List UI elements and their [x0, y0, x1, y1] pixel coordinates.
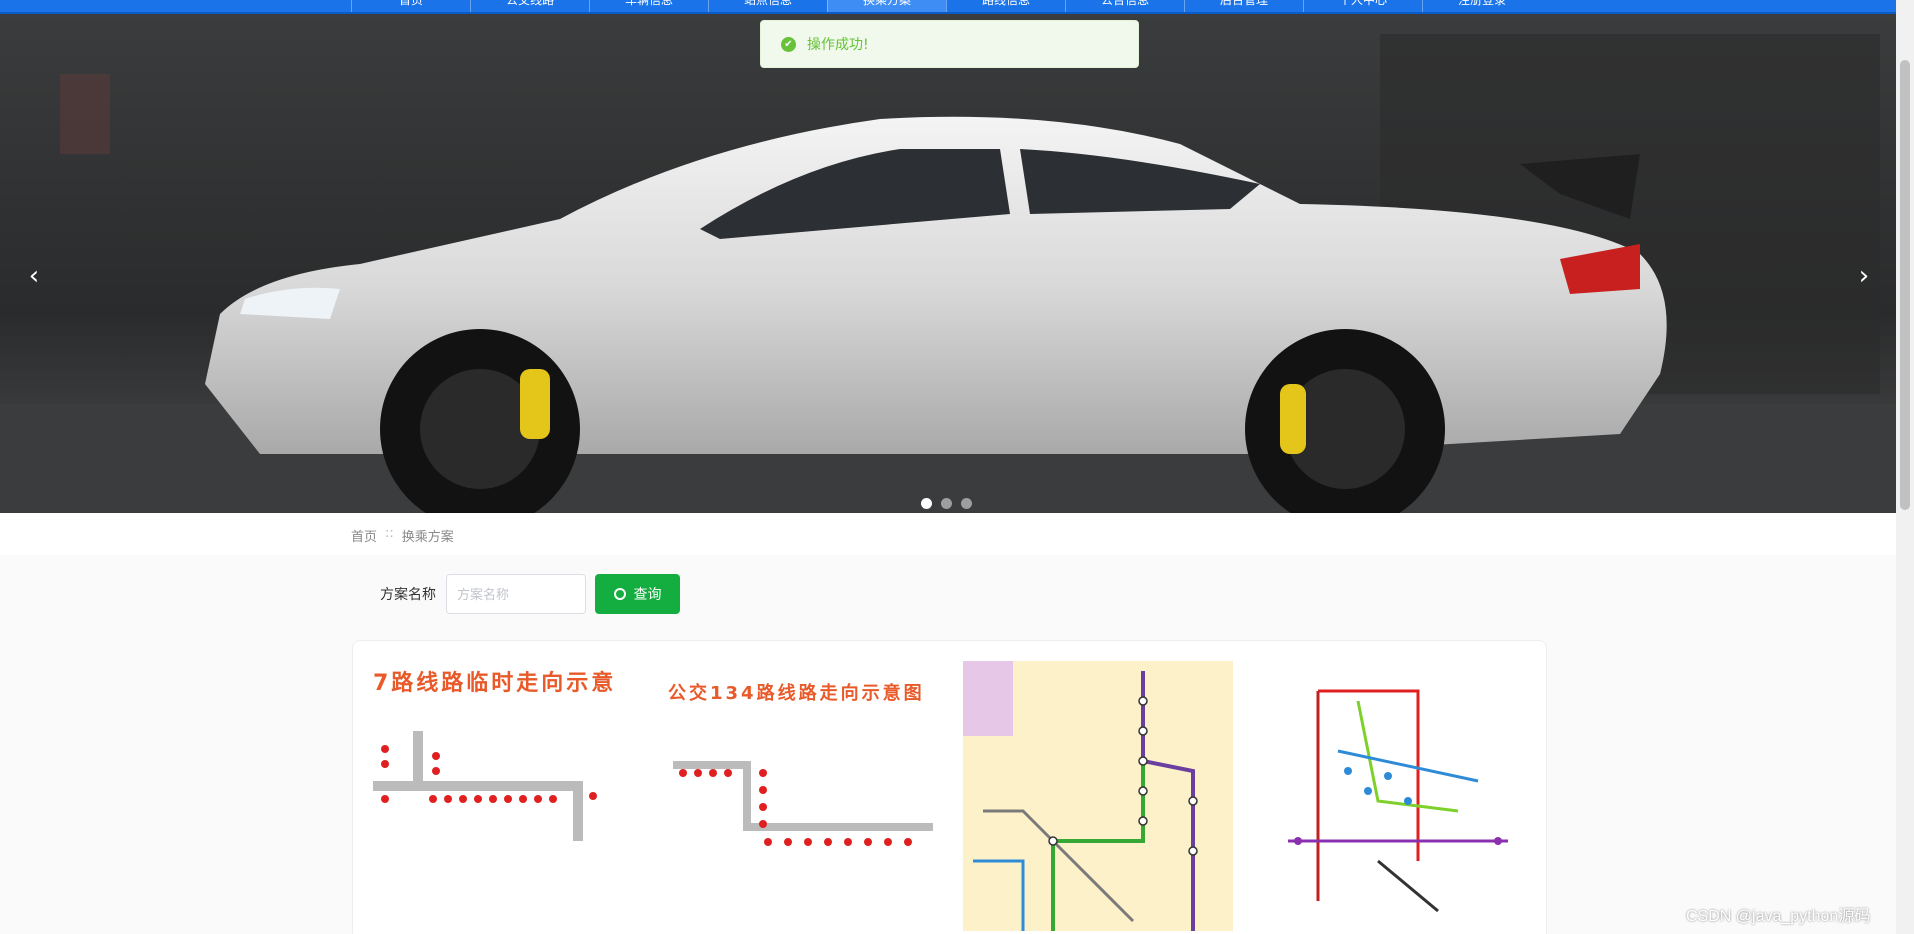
scrollbar-thumb[interactable] [1900, 60, 1910, 510]
success-toast: ✔ 操作成功! [760, 20, 1139, 68]
nav-item-2[interactable]: 公交线路 [470, 0, 589, 12]
search-label: 方案名称 [380, 587, 436, 603]
plan-card-2[interactable]: 公交134路线路走向示意图 [668, 661, 938, 934]
plan-list: 7路线路临时走向示意 公交134路线路走向示意图 [352, 640, 1547, 934]
top-navigation: 首页 公交线路 车辆信息 站点信息 换乘方案 路线信息 公告信息 后台管理 个人中心 注册登录 [0, 0, 1896, 14]
breadcrumb-home[interactable]: 首页 [351, 526, 377, 545]
carousel-next-button[interactable]: › [1849, 261, 1879, 291]
carousel-dot-2[interactable] [941, 498, 952, 509]
breadcrumb-separator: :: [385, 526, 394, 541]
carousel-dot-1[interactable] [921, 498, 932, 509]
plan-name-input[interactable] [446, 574, 586, 614]
plan-title-1: 7路线路临时走向示意 [373, 671, 617, 696]
breadcrumb-current: 换乘方案 [401, 530, 454, 545]
plan-card-1[interactable]: 7路线路临时走向示意 [373, 661, 643, 934]
search-icon [613, 588, 626, 600]
nav-item-3[interactable]: 车辆信息 [589, 0, 708, 12]
carousel-dot-3[interactable] [961, 498, 972, 509]
breadcrumb: 首页 :: 换乘方案 [351, 526, 454, 545]
carousel-prev-button[interactable]: ‹ [19, 261, 49, 291]
route-map-image-4 [1258, 661, 1528, 931]
hero-carousel: ‹ › [0, 14, 1896, 513]
carousel-indicators [921, 498, 972, 509]
nav-item-4[interactable]: 站点信息 [708, 0, 827, 12]
route-map-image-3 [963, 661, 1233, 931]
page-scrollbar[interactable] [1896, 0, 1914, 934]
plan-card-4[interactable] [1258, 661, 1528, 934]
toast-message: 操作成功! [807, 37, 869, 53]
plan-title-2: 公交134路线路走向示意图 [668, 683, 925, 704]
route-map-image-1 [373, 731, 597, 841]
nav-item-5[interactable]: 换乘方案 [827, 0, 946, 12]
nav-item-9[interactable]: 个人中心 [1303, 0, 1422, 12]
car-photo [0, 14, 1896, 513]
nav-item-7[interactable]: 公告信息 [1065, 0, 1184, 12]
breadcrumb-bar: 首页 :: 换乘方案 [0, 513, 1896, 555]
nav-item-1[interactable]: 首页 [351, 0, 470, 12]
search-button[interactable]: 查询 [595, 574, 680, 614]
search-form: 方案名称 查询 [380, 574, 680, 614]
nav-item-8[interactable]: 后台管理 [1184, 0, 1303, 12]
nav-items: 首页 公交线路 车辆信息 站点信息 换乘方案 路线信息 公告信息 后台管理 个人中心 注册登录 [351, 0, 1541, 12]
route-map-image-2 [673, 761, 933, 846]
search-button-label: 查询 [633, 587, 662, 603]
plan-card-3[interactable] [963, 661, 1233, 934]
check-circle-icon: ✔ [781, 36, 796, 52]
watermark: CSDN @java_python源码 [1686, 908, 1871, 925]
nav-item-6[interactable]: 路线信息 [946, 0, 1065, 12]
nav-item-10[interactable]: 注册登录 [1422, 0, 1541, 12]
